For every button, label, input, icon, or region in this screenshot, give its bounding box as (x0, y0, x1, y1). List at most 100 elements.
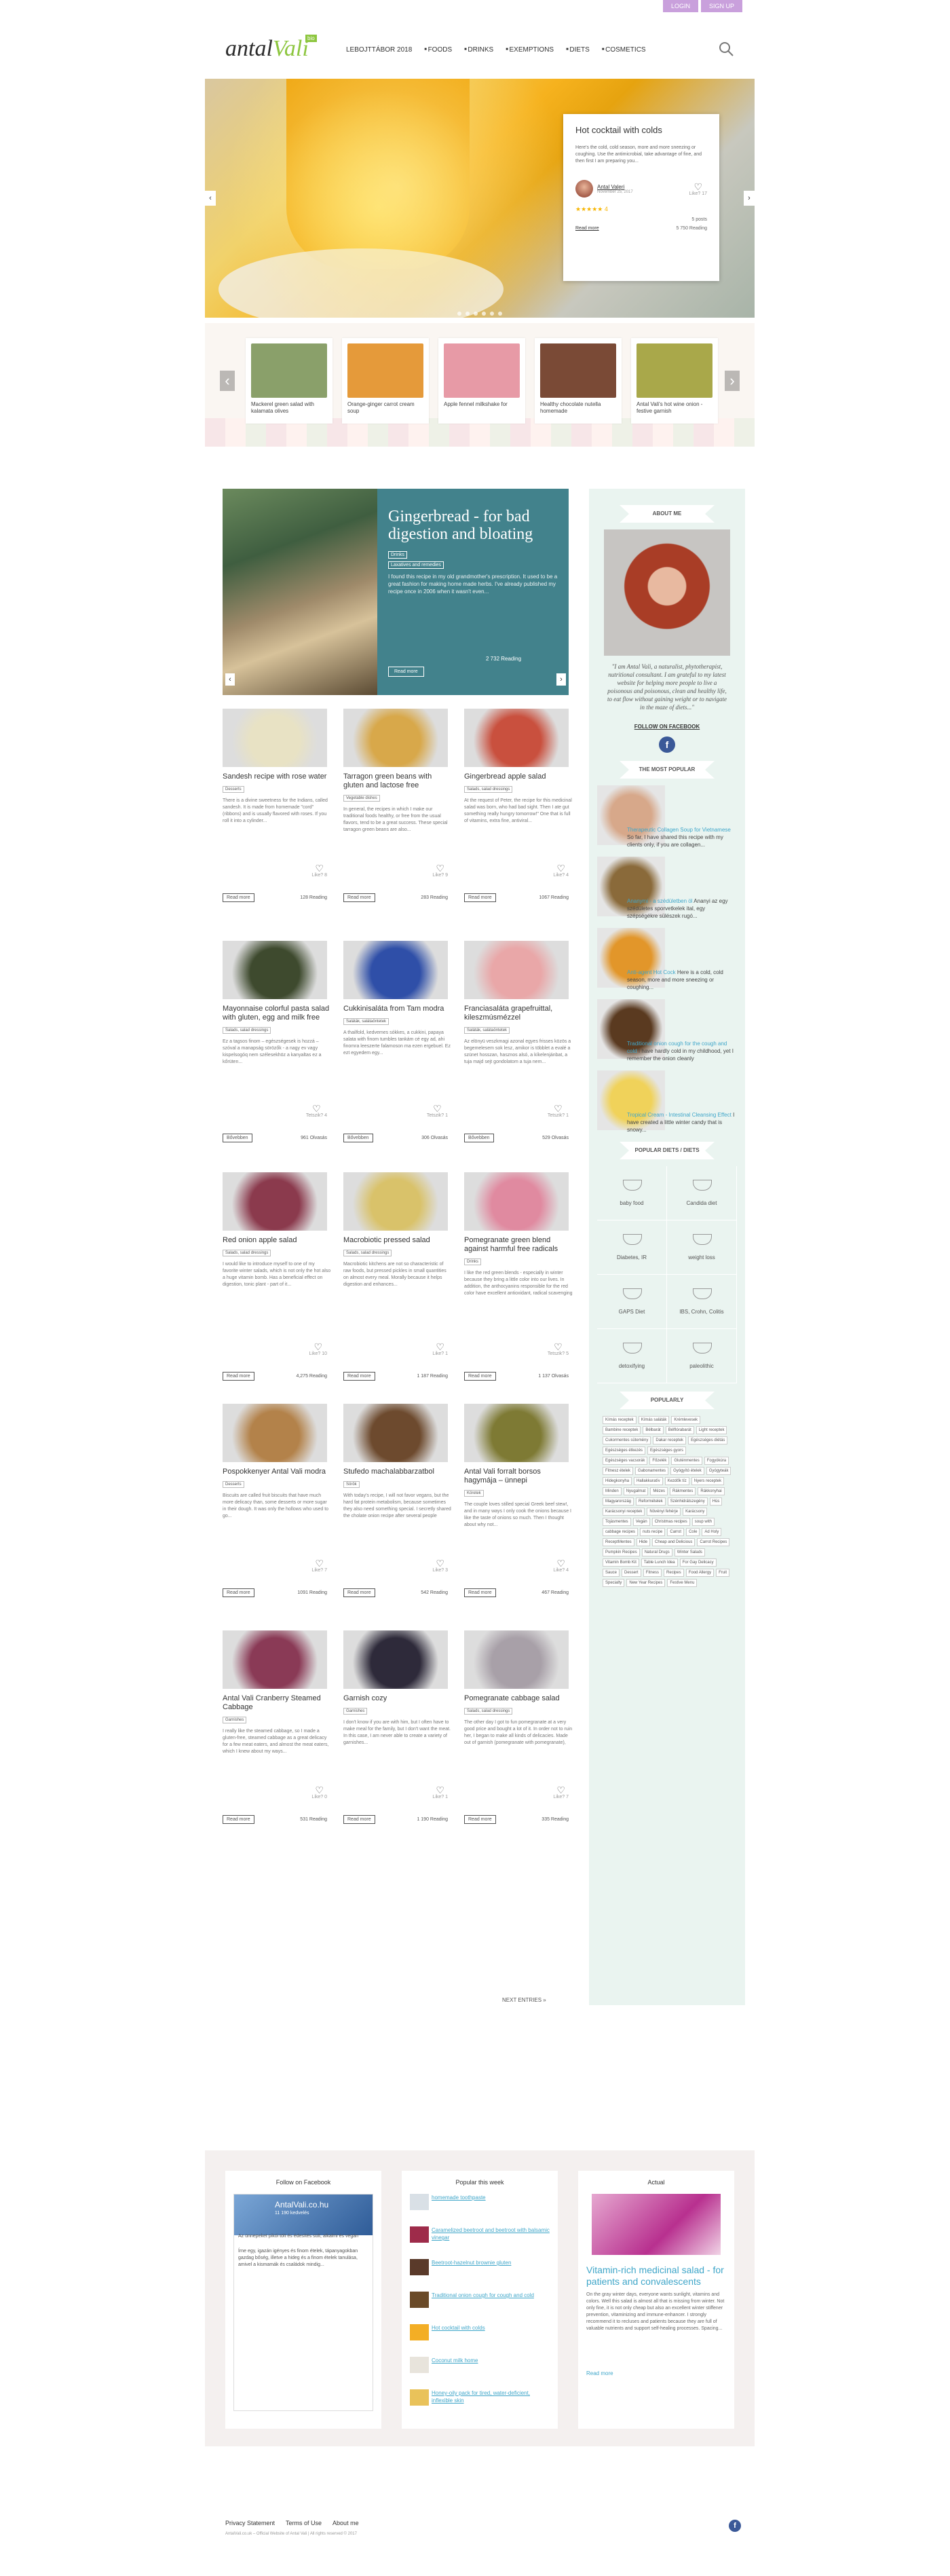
tag-link[interactable]: Light receptek (696, 1426, 727, 1434)
recipe-image[interactable] (464, 709, 569, 767)
heart-icon[interactable]: ♡ (694, 182, 702, 191)
tag-link[interactable]: Cukormentes sütemény (603, 1436, 651, 1444)
diet-item[interactable]: paleolithic (667, 1329, 737, 1383)
recipe-title[interactable]: Pospokkenyer Antal Vali modra (223, 1468, 331, 1476)
read-more-button[interactable]: Read more (343, 1588, 375, 1597)
popular-week-image[interactable] (410, 2357, 429, 2373)
recipe-image[interactable] (223, 709, 327, 767)
recipe-category-tag[interactable]: Drinks (464, 1258, 482, 1265)
carousel-image[interactable] (540, 343, 616, 398)
read-more-button[interactable]: Read more (223, 1372, 254, 1381)
facebook-icon[interactable]: f (729, 2520, 741, 2532)
tag-link[interactable]: Nyers receptek (691, 1477, 725, 1485)
tag-link[interactable]: Karácsony (683, 1508, 708, 1516)
tag-link[interactable]: Christmas recipes (651, 1518, 690, 1526)
tag-link[interactable]: Magyarország (603, 1497, 634, 1506)
carousel-image[interactable] (444, 343, 520, 398)
tag-link[interactable]: Gabonamentes (635, 1467, 669, 1475)
heart-icon[interactable]: ♡ (433, 1104, 442, 1113)
tag-link[interactable]: Hallakkuratív (634, 1477, 663, 1485)
tag-link[interactable]: Cheap and Delicious (652, 1538, 696, 1546)
tag-link[interactable]: Fogyókúra (704, 1457, 729, 1465)
featured-tag[interactable]: Drinks (388, 551, 407, 559)
logo[interactable]: antalVali bio (225, 31, 320, 70)
recipe-title[interactable]: Pomegranate cabbage salad (464, 1694, 573, 1703)
recipe-image[interactable] (223, 1630, 327, 1689)
recipe-category-tag[interactable]: Salads, salad dressings (464, 786, 513, 793)
recipe-image[interactable] (223, 941, 327, 999)
nav-item-drinks[interactable]: DRINKS (464, 46, 493, 54)
popular-week-item[interactable]: Traditional onion cough for cough and co… (410, 2292, 550, 2316)
search-icon[interactable] (718, 41, 734, 57)
carousel-image[interactable] (251, 343, 327, 398)
heart-icon[interactable]: ♡ (436, 1342, 444, 1351)
carousel-image[interactable] (636, 343, 712, 398)
recipe-title[interactable]: Pomegranate green blend against harmful … (464, 1236, 573, 1254)
nav-item-foods[interactable]: FOODS (424, 46, 453, 54)
popular-week-item[interactable]: Caramelized beetroot and beetroot with b… (410, 2226, 550, 2251)
popular-link[interactable]: Ananymi - a szédületben öl (627, 898, 693, 904)
diet-item[interactable]: GAPS Diet (597, 1275, 667, 1329)
popular-link[interactable]: Tropical Cream - Intestinal Cleansing Ef… (627, 1112, 732, 1118)
tag-link[interactable]: Carrot Recipes (697, 1538, 730, 1546)
recipe-title[interactable]: Tarragon green beans with gluten and lac… (343, 772, 452, 790)
nav-item-diets[interactable]: DIETS (566, 46, 589, 54)
facebook-icon[interactable]: f (659, 736, 675, 753)
tag-link[interactable]: Egészséges étkezés (603, 1446, 646, 1455)
recipe-image[interactable] (464, 1630, 569, 1689)
heart-icon[interactable]: ♡ (314, 1342, 322, 1351)
recipe-image[interactable] (464, 941, 569, 999)
tag-link[interactable]: Fruit (716, 1569, 730, 1577)
featured-prev-arrow[interactable]: ‹ (225, 673, 235, 686)
tag-link[interactable]: Natural Drugs (641, 1548, 672, 1556)
read-more-button[interactable]: Bővebben (343, 1134, 373, 1142)
read-more-button[interactable]: Read more (464, 1588, 496, 1597)
heart-icon[interactable]: ♡ (315, 863, 324, 873)
tag-link[interactable]: Recipes (664, 1569, 684, 1577)
carousel-next-arrow[interactable]: › (725, 371, 740, 391)
tag-link[interactable]: Egészséges vacsorák (603, 1457, 648, 1465)
carousel-prev-arrow[interactable]: ‹ (220, 371, 235, 391)
tag-link[interactable]: Bambine receptek (603, 1426, 641, 1434)
popular-week-image[interactable] (410, 2194, 429, 2210)
recipe-title[interactable]: Red onion apple salad (223, 1236, 331, 1245)
popular-week-image[interactable] (410, 2259, 429, 2275)
diet-item[interactable]: detoxifying (597, 1329, 667, 1383)
tag-link[interactable]: For Gay Delicacy (679, 1558, 717, 1567)
popular-week-image[interactable] (410, 2292, 429, 2308)
recipe-category-tag[interactable]: Saláták, salátaöntetek (464, 1027, 510, 1034)
recipe-title[interactable]: Macrobiotic pressed salad (343, 1236, 452, 1245)
nav-item-exemptions[interactable]: EXEMPTIONS (506, 46, 554, 54)
popular-item[interactable]: Anti-agent Hot Cock Here is a cold, cold… (597, 928, 737, 991)
privacy-link[interactable]: Privacy Statement (225, 2520, 275, 2526)
carousel-caption[interactable]: Apple fennel milkshake for (444, 401, 520, 408)
facebook-heading[interactable]: FOLLOW ON FACEBOOK (597, 724, 737, 730)
recipe-image[interactable] (343, 1404, 448, 1462)
recipe-category-tag[interactable]: Desserts (223, 786, 244, 793)
read-more-button[interactable]: Bővebben (464, 1134, 494, 1142)
recipe-category-tag[interactable]: Salads, salad dressings (343, 1250, 392, 1256)
carousel-item[interactable]: Healthy chocolate nutella homemade (535, 338, 622, 424)
tag-link[interactable]: Tojásmentes (603, 1518, 631, 1526)
tag-link[interactable]: Rákmentes (670, 1487, 696, 1495)
slider-prev-arrow[interactable]: ‹ (205, 191, 216, 206)
heart-icon[interactable]: ♡ (315, 1785, 324, 1795)
carousel-image[interactable] (347, 343, 423, 398)
popular-week-link[interactable]: Coconut milk home (432, 2357, 478, 2364)
diet-item[interactable]: weight loss (667, 1220, 737, 1275)
tag-link[interactable]: New Year Recipes (626, 1579, 666, 1587)
popular-item[interactable]: Traditional onion cough for the cough an… (597, 999, 737, 1062)
tag-link[interactable]: Karácsonyi receptek (603, 1508, 645, 1516)
popular-week-item[interactable]: Hot cocktail with colds (410, 2324, 550, 2349)
tag-link[interactable]: Egészséges gyors (647, 1446, 687, 1455)
tag-link[interactable]: Hide (636, 1538, 651, 1546)
tag-link[interactable]: Pumpkin Recipes (603, 1548, 640, 1556)
tag-link[interactable]: Dessert (622, 1569, 641, 1577)
heart-icon[interactable]: ♡ (436, 1558, 444, 1568)
read-more-button[interactable]: Read more (464, 1372, 496, 1381)
heart-icon[interactable]: ♡ (556, 863, 565, 873)
tag-link[interactable]: Bélflórabarát (665, 1426, 694, 1434)
popular-item[interactable]: Ananymi - a szédületben öl Ananyi az egy… (597, 857, 737, 920)
diet-item[interactable]: Diabetes, IR (597, 1220, 667, 1275)
read-more-button[interactable]: Read more (464, 893, 496, 902)
